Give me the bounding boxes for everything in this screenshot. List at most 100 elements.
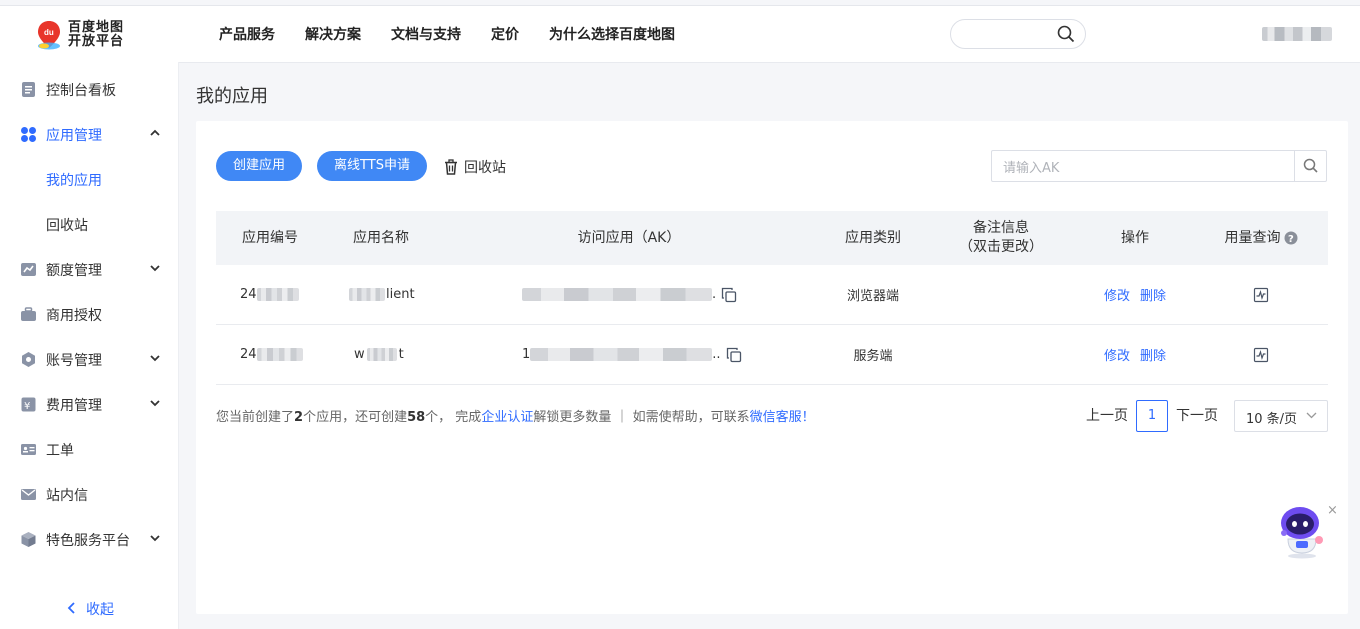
nav-products[interactable]: 产品服务 <box>219 24 275 44</box>
copy-icon[interactable] <box>726 347 742 363</box>
sidebar-item-dashboard[interactable]: 控制台看板 <box>0 67 178 112</box>
map-pin-logo-icon: du <box>36 20 62 50</box>
header-search-input[interactable] <box>950 19 1086 49</box>
ak-text-start: 1 <box>522 347 530 362</box>
sidebar-item-label: 费用管理 <box>46 395 102 415</box>
chevron-down-icon <box>1306 412 1317 419</box>
page-number-current[interactable]: 1 <box>1136 400 1168 432</box>
sidebar-collapse-button[interactable]: 收起 <box>66 599 114 619</box>
sidebar-item-billing[interactable]: ¥ 费用管理 <box>0 382 178 427</box>
sidebar-item-account[interactable]: 账号管理 <box>0 337 178 382</box>
sidebar-item-commercial-license[interactable]: 商用授权 <box>0 292 178 337</box>
help-icon[interactable]: ? <box>1284 231 1298 245</box>
column-header-app-id: 应用编号 <box>216 211 324 265</box>
search-icon <box>1303 158 1318 173</box>
app-name-cell: wt <box>354 325 404 384</box>
sidebar-item-label: 工单 <box>46 440 74 460</box>
delete-app-link[interactable]: 删除 <box>1140 285 1166 304</box>
chevron-down-icon <box>149 262 161 274</box>
note-text: 个， 完成 <box>425 410 481 425</box>
ak-cell: 1.. <box>522 325 742 384</box>
redacted-app-id <box>257 288 299 301</box>
created-count: 2 <box>294 410 303 425</box>
chevron-down-icon <box>149 397 161 409</box>
delete-app-link[interactable]: 删除 <box>1140 345 1166 364</box>
ak-ellipsis: . <box>712 287 716 302</box>
sidebar-item-ticket[interactable]: 工单 <box>0 427 178 472</box>
nav-why-baidu[interactable]: 为什么选择百度地图 <box>549 24 675 44</box>
apps-panel: 创建应用 离线TTS申请 回收站 请输入AK 应用编号 应用名称 访问应用（AK… <box>196 121 1348 614</box>
chevron-up-icon <box>149 127 161 139</box>
nav-solutions[interactable]: 解决方案 <box>305 24 361 44</box>
next-page-button[interactable]: 下一页 <box>1176 400 1218 430</box>
note-text: 个应用，还可创建 <box>303 410 407 425</box>
sidebar-item-label: 额度管理 <box>46 260 102 280</box>
column-header-app-name: 应用名称 <box>324 211 438 265</box>
svg-text:du: du <box>44 28 54 37</box>
redacted-app-name <box>367 348 397 361</box>
sidebar-item-app-management[interactable]: 应用管理 <box>0 112 178 157</box>
app-name-text-end: t <box>399 347 404 362</box>
note-text: 解锁更多数量 ｜ 如需使帮助，可联系 <box>533 410 749 425</box>
page-size-select[interactable]: 10 条/页 <box>1234 400 1328 432</box>
sidebar-item-label: 控制台看板 <box>46 80 116 100</box>
ak-search-input[interactable]: 请输入AK <box>991 150 1327 182</box>
sidebar-item-label: 特色服务平台 <box>46 530 130 550</box>
redacted-app-name <box>349 288 385 301</box>
redacted-ak <box>530 348 712 361</box>
edit-app-link[interactable]: 修改 <box>1104 345 1130 364</box>
nav-pricing[interactable]: 定价 <box>491 24 519 44</box>
sidebar-item-label: 我的应用 <box>46 170 102 190</box>
usage-chart-icon[interactable] <box>1253 287 1269 303</box>
svg-text:?: ? <box>1288 234 1294 245</box>
svg-text:¥: ¥ <box>24 401 30 412</box>
actions-cell: 修改 删除 <box>1076 265 1194 324</box>
logo-line1: 百度地图 <box>68 21 124 35</box>
copy-icon[interactable] <box>721 287 737 303</box>
user-account-avatar[interactable] <box>1262 27 1332 41</box>
page-size-value: 10 条/页 <box>1246 408 1297 427</box>
usage-chart-icon[interactable] <box>1253 347 1269 363</box>
recycle-bin-link[interactable]: 回收站 <box>444 157 506 177</box>
prev-page-button[interactable]: 上一页 <box>1086 400 1128 430</box>
dashboard-icon <box>20 81 37 98</box>
collapse-label: 收起 <box>86 602 114 618</box>
app-id-cell: 24 <box>240 325 303 384</box>
app-id-text: 24 <box>240 287 257 302</box>
offline-tts-apply-button[interactable]: 离线TTS申请 <box>317 151 427 181</box>
column-header-category: 应用类别 <box>820 211 926 265</box>
close-icon[interactable]: × <box>1327 503 1338 518</box>
assistant-robot-icon[interactable] <box>1276 503 1328 559</box>
logo-line2: 开放平台 <box>68 35 124 49</box>
sidebar-item-messages[interactable]: 站内信 <box>0 472 178 517</box>
chevron-down-icon <box>149 532 161 544</box>
enterprise-verification-link[interactable]: 企业认证 <box>481 410 533 425</box>
app-quota-note: 您当前创建了2个应用，还可创建58个， 完成企业认证解锁更多数量 ｜ 如需使帮… <box>216 406 815 425</box>
sidebar-item-featured-services[interactable]: 特色服务平台 <box>0 517 178 562</box>
wechat-support-link[interactable]: 微信客服！ <box>750 410 815 425</box>
usage-header-label: 用量查询 <box>1225 229 1281 248</box>
search-icon[interactable] <box>1057 25 1075 43</box>
ak-search-button[interactable] <box>1294 151 1326 181</box>
sidebar-item-quota[interactable]: 额度管理 <box>0 247 178 292</box>
category-cell: 服务端 <box>820 325 926 384</box>
baidu-map-logo[interactable]: du 百度地图 开放平台 <box>36 20 126 52</box>
billing-icon: ¥ <box>20 396 37 413</box>
nav-docs-support[interactable]: 文档与支持 <box>391 24 461 44</box>
column-header-ak: 访问应用（AK） <box>438 211 820 265</box>
remark-header-line2: （双击更改） <box>959 238 1043 257</box>
table-row: 24 lient . 浏览器端 修改 删除 <box>216 265 1328 325</box>
remaining-count: 58 <box>407 410 425 425</box>
create-app-button[interactable]: 创建应用 <box>216 151 302 181</box>
sidebar-item-my-apps[interactable]: 我的应用 <box>0 157 178 202</box>
page-title: 我的应用 <box>196 82 268 108</box>
app-name-cell: lient <box>349 265 415 324</box>
edit-app-link[interactable]: 修改 <box>1104 285 1130 304</box>
sidebar-item-recycle-bin[interactable]: 回收站 <box>0 202 178 247</box>
sidebar-item-label: 商用授权 <box>46 305 102 325</box>
cube-icon <box>20 531 37 548</box>
sidebar-item-label: 回收站 <box>46 215 88 235</box>
column-header-remark: 备注信息 （双击更改） <box>926 211 1076 265</box>
usage-cell <box>1194 325 1328 384</box>
ak-search-placeholder: 请输入AK <box>1003 157 1059 176</box>
